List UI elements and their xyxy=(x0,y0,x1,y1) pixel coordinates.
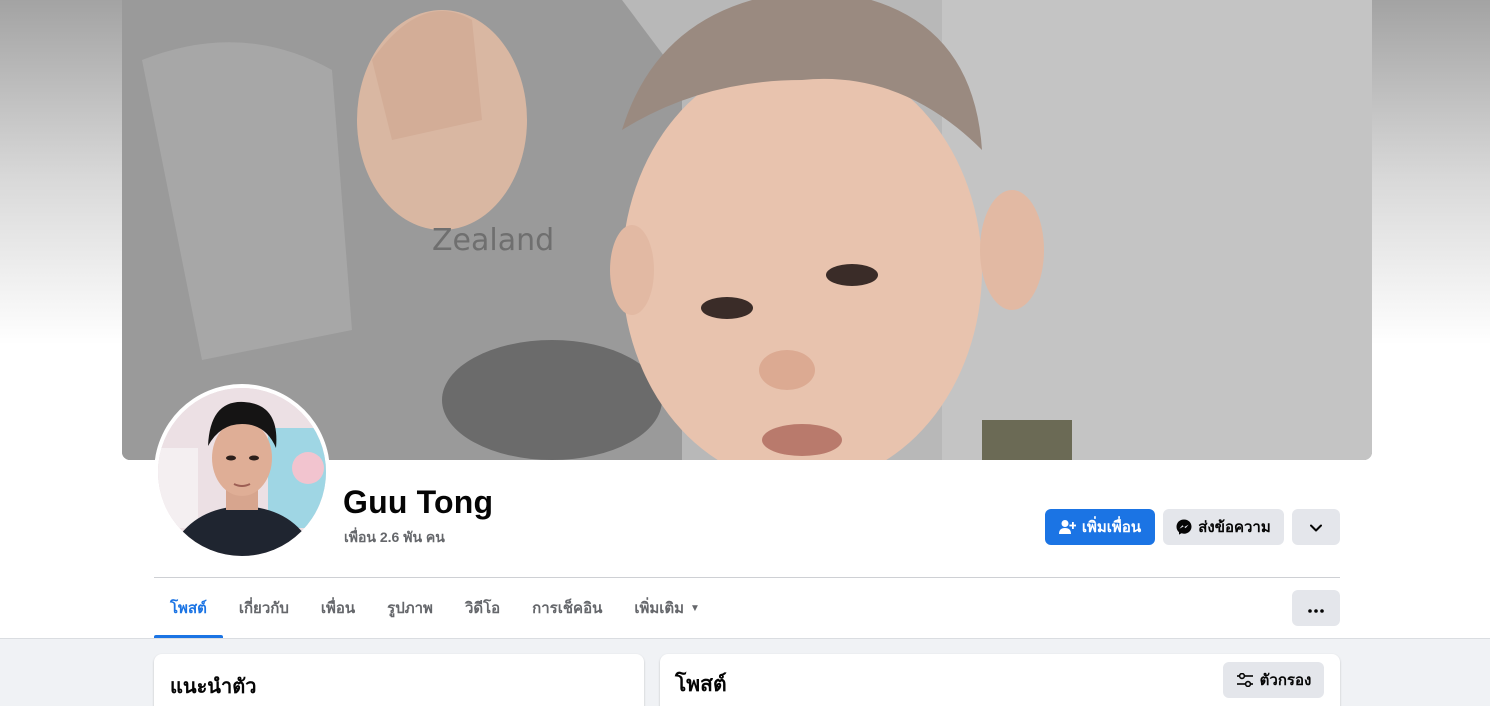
caret-down-icon: ▼ xyxy=(690,602,700,614)
filter-icon xyxy=(1236,673,1254,687)
tab-posts[interactable]: โพสต์ xyxy=(154,578,223,638)
message-button[interactable]: ส่งข้อความ xyxy=(1163,509,1284,545)
tab-about[interactable]: เกี่ยวกับ xyxy=(223,578,305,638)
filter-label: ตัวกรอง xyxy=(1259,672,1312,689)
tab-checkins[interactable]: การเช็คอิน xyxy=(516,578,618,638)
more-options-button[interactable] xyxy=(1292,590,1340,626)
tab-label: เพื่อน xyxy=(320,600,356,617)
tab-videos[interactable]: วิดีโอ xyxy=(449,578,516,638)
tab-label: เพิ่มเติม xyxy=(634,600,685,617)
intro-title: แนะนำตัว xyxy=(170,676,257,698)
profile-tabs: โพสต์ เกี่ยวกับ เพื่อน รูปภาพ วิดีโอ การ… xyxy=(154,578,716,638)
tab-label: วิดีโอ xyxy=(464,600,501,617)
avatar xyxy=(158,388,326,556)
profile-name: Guu Tong xyxy=(343,484,494,520)
cover-photo[interactable]: Zealand xyxy=(122,0,1372,460)
tab-label: รูปภาพ xyxy=(387,600,433,617)
posts-card: โพสต์ ตัวกรอง xyxy=(660,654,1340,706)
profile-options-button[interactable] xyxy=(1292,509,1340,545)
svg-text:Zealand: Zealand xyxy=(432,223,554,258)
tab-photos[interactable]: รูปภาพ xyxy=(371,578,449,638)
posts-title: โพสต์ xyxy=(675,673,727,696)
tab-label: เกี่ยวกับ xyxy=(238,600,289,617)
tab-friends[interactable]: เพื่อน xyxy=(305,578,371,638)
tab-more[interactable]: เพิ่มเติม ▼ xyxy=(618,578,716,638)
message-label: ส่งข้อความ xyxy=(1198,519,1271,536)
more-icon xyxy=(1308,600,1324,617)
intro-card: แนะนำตัว xyxy=(154,654,644,706)
filter-button[interactable]: ตัวกรอง xyxy=(1223,662,1324,698)
add-friend-label: เพิ่มเพื่อน xyxy=(1081,519,1142,536)
tab-label: โพสต์ xyxy=(170,600,207,617)
messenger-icon xyxy=(1176,519,1192,535)
chevron-down-icon xyxy=(1310,519,1322,536)
header-bottom-border xyxy=(0,638,1490,639)
avatar-image xyxy=(158,388,326,556)
friend-count[interactable]: เพื่อน 2.6 พัน คน xyxy=(344,527,445,549)
add-friend-button[interactable]: เพิ่มเพื่อน xyxy=(1045,509,1155,545)
tab-label: การเช็คอิน xyxy=(532,600,603,617)
profile-picture[interactable] xyxy=(154,384,330,560)
cover-photo-image: Zealand xyxy=(122,0,1372,460)
add-friend-icon xyxy=(1058,519,1076,535)
